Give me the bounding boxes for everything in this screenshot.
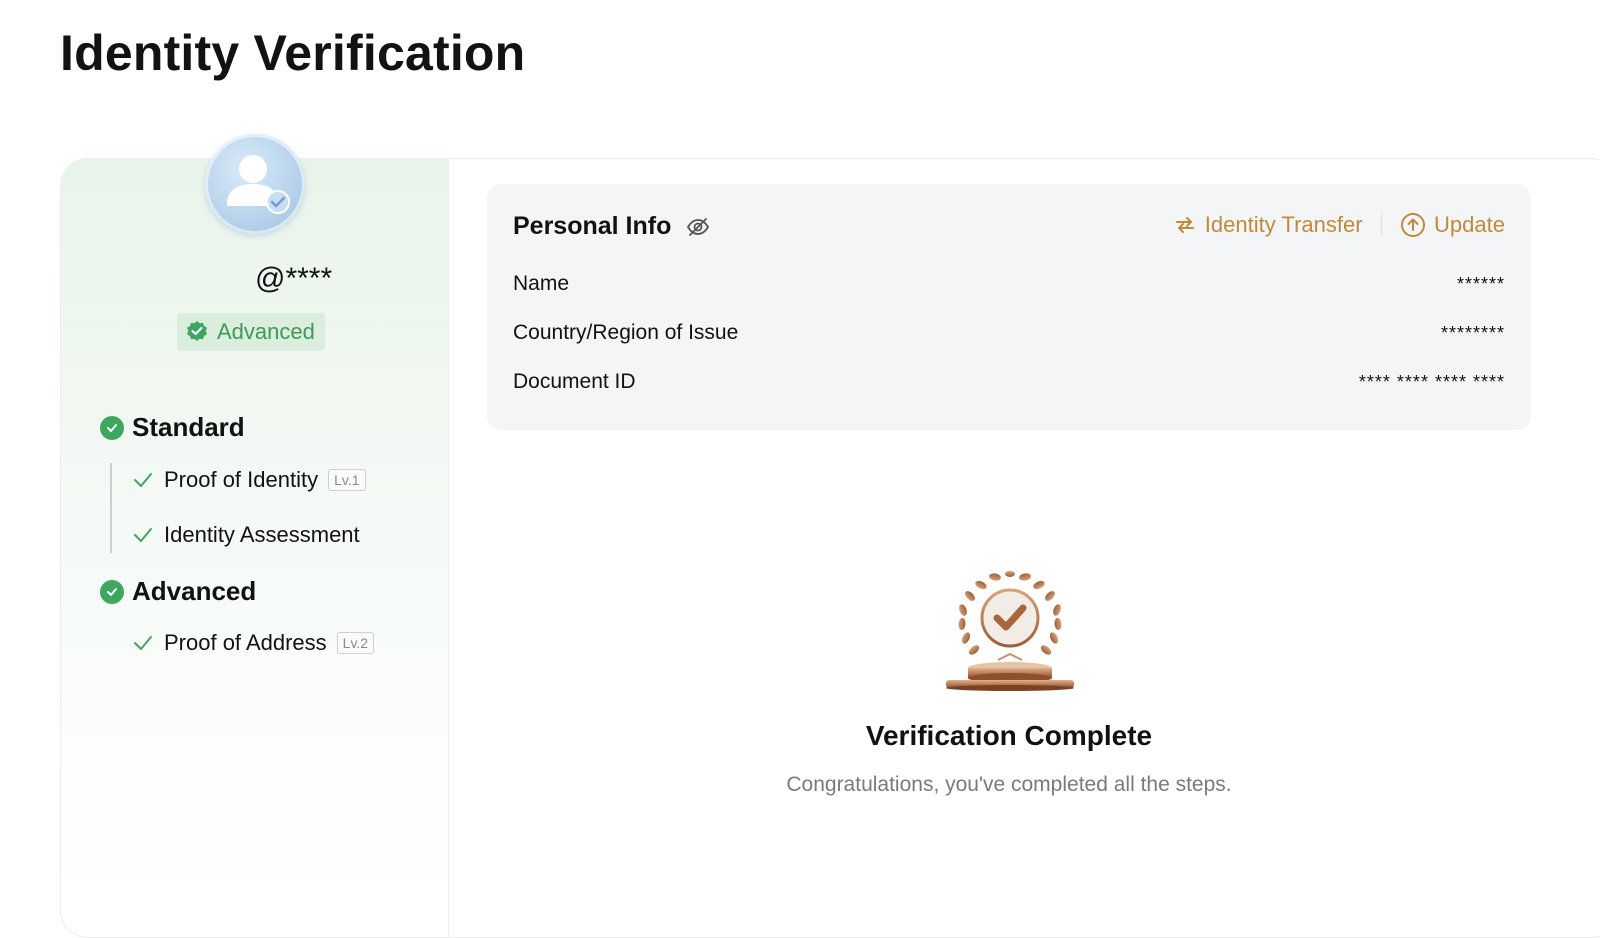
update-label: Update: [1434, 212, 1505, 237]
check-icon: [134, 528, 152, 542]
page-title: Identity Verification: [60, 25, 526, 81]
check-circle-icon: [100, 579, 124, 604]
check-icon: [134, 636, 152, 650]
step-proof-of-address: Proof of Address Lv.2: [132, 630, 375, 656]
verified-user-icon: [227, 155, 290, 214]
section-label: Standard: [132, 412, 245, 442]
eye-off-icon[interactable]: [685, 214, 711, 240]
laurel-trophy-icon: [946, 571, 1074, 691]
section-label: Advanced: [132, 576, 257, 606]
step-proof-of-identity: Proof of Identity Lv.1: [132, 467, 366, 493]
info-row-name: Name ******: [513, 272, 1505, 296]
check-circle-icon: [100, 415, 124, 440]
step-identity-assessment: Identity Assessment: [132, 522, 360, 548]
personal-info-actions: Identity Transfer Update: [1173, 212, 1505, 238]
verified-seal-icon: [187, 321, 207, 341]
complete-subtitle: Congratulations, you've completed all th…: [786, 773, 1232, 796]
arrow-up-circle-icon: [1401, 213, 1426, 237]
section-advanced: Advanced: [100, 576, 256, 607]
action-divider: [1380, 214, 1383, 236]
update-button[interactable]: Update: [1400, 212, 1505, 238]
info-value: ******: [1456, 273, 1505, 294]
info-row-document-id: Document ID **** **** **** ****: [513, 370, 1505, 394]
identity-transfer-button[interactable]: Identity Transfer: [1173, 212, 1363, 238]
info-value: **** **** **** ****: [1358, 371, 1505, 392]
check-icon: [134, 473, 152, 487]
level-tag: Lv.1: [328, 469, 366, 491]
step-label: Identity Assessment: [164, 522, 360, 547]
level-badge-label: Advanced: [217, 319, 315, 344]
level-tag: Lv.2: [336, 632, 375, 654]
complete-title: Verification Complete: [865, 720, 1153, 751]
identity-transfer-label: Identity Transfer: [1204, 212, 1363, 237]
tree-connector: [110, 463, 112, 553]
step-label: Proof of Identity: [164, 467, 319, 492]
level-badge: Advanced: [177, 313, 325, 351]
personal-info-title: Personal Info: [513, 212, 672, 240]
info-row-country: Country/Region of Issue ********: [513, 321, 1505, 345]
info-value: ********: [1440, 322, 1505, 343]
avatar: [205, 134, 305, 234]
step-label: Proof of Address: [164, 630, 327, 655]
swap-icon: [1175, 217, 1194, 233]
section-standard: Standard: [100, 412, 245, 443]
info-label: Document ID: [513, 370, 636, 393]
info-label: Name: [513, 272, 570, 295]
personal-info-header: Personal Info: [513, 212, 711, 241]
info-label: Country/Region of Issue: [513, 321, 739, 344]
username: @****: [255, 262, 333, 295]
personal-info-panel: Personal Info Identity Transfer Update N…: [487, 184, 1531, 430]
